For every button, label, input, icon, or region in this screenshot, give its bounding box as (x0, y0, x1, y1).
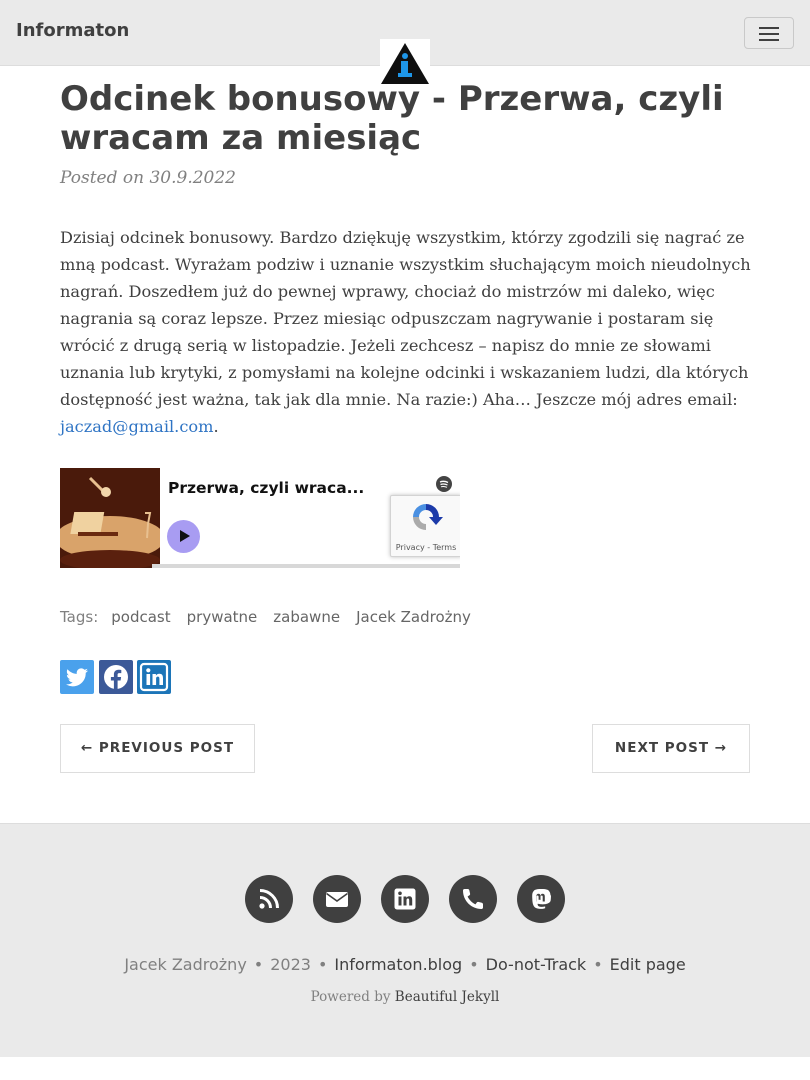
previous-post-button[interactable]: ← PREVIOUS POST (60, 724, 255, 773)
linkedin-icon[interactable] (381, 875, 429, 923)
recaptcha-badge[interactable]: Privacy - Terms (390, 495, 460, 557)
spotify-embed[interactable]: Przerwa, czyli wraca... Privacy - Terms (60, 468, 460, 568)
footer-dnt-link[interactable]: Do-not-Track (486, 955, 587, 974)
twitter-share-button[interactable] (60, 660, 94, 694)
post-title: Odcinek bonusowy - Przerwa, czyli wracam… (60, 79, 724, 158)
site-brand[interactable]: Informaton (16, 20, 129, 41)
linkedin-icon (139, 662, 169, 692)
footer-edit-link[interactable]: Edit page (610, 955, 686, 974)
tags: Tags: podcast prywatne zabawne Jacek Zadrożn… (60, 608, 471, 626)
hamburger-line (759, 27, 779, 29)
episode-title: Przerwa, czyli wraca... (168, 479, 365, 497)
hamburger-line (759, 39, 779, 41)
footer-separator: • (469, 955, 479, 974)
recaptcha-icon (413, 504, 443, 530)
tag-link[interactable]: Jacek Zadrożny (356, 608, 471, 626)
next-post-button[interactable]: NEXT POST → (592, 724, 750, 773)
footer-separator: • (317, 955, 328, 974)
facebook-share-button[interactable] (99, 660, 133, 694)
podcast-cover-image (60, 468, 160, 568)
twitter-icon (66, 668, 88, 687)
post-date: Posted on 30.9.2022 (60, 168, 236, 188)
facebook-icon (104, 665, 128, 690)
footer-year: 2023 (270, 955, 311, 974)
progress-bar (152, 564, 460, 568)
email-link[interactable]: jaczad@gmail.com (60, 417, 214, 436)
footer-site-link[interactable]: Informaton.blog (334, 955, 462, 974)
recaptcha-links[interactable]: Privacy - Terms (391, 543, 460, 552)
mastodon-icon[interactable] (517, 875, 565, 923)
linkedin-share-button[interactable] (137, 660, 171, 694)
powered-by-label: Powered by (310, 989, 391, 1005)
rss-icon[interactable] (245, 875, 293, 923)
footer-separator: • (253, 955, 264, 974)
post-body: Dzisiaj odcinek bonusowy. Bardzo dziękuj… (60, 224, 754, 440)
phone-icon[interactable] (449, 875, 497, 923)
play-icon[interactable] (167, 520, 200, 553)
tag-link[interactable]: prywatne (187, 608, 258, 626)
post-body-end: . (213, 417, 219, 436)
footer-separator: • (593, 955, 603, 974)
post-body-text: Dzisiaj odcinek bonusowy. Bardzo dziękuj… (60, 228, 751, 409)
footer: Jacek Zadrożny • 2023 • Informaton.blog • Do-n… (0, 823, 810, 1057)
footer-copyright: Jacek Zadrożny • 2023 • Informaton.blog • Do-n… (0, 955, 810, 974)
menu-toggle-button[interactable] (744, 17, 794, 49)
tag-link[interactable]: zabawne (273, 608, 340, 626)
hamburger-line (759, 33, 779, 35)
tag-link[interactable]: podcast (111, 608, 170, 626)
envelope-icon[interactable] (313, 875, 361, 923)
spotify-icon[interactable] (436, 476, 452, 492)
theme-link[interactable]: Beautiful Jekyll (395, 989, 500, 1005)
footer-author: Jacek Zadrożny (124, 955, 247, 974)
powered-by: Powered by Beautiful Jekyll (0, 989, 810, 1005)
tags-label: Tags: (60, 608, 99, 626)
